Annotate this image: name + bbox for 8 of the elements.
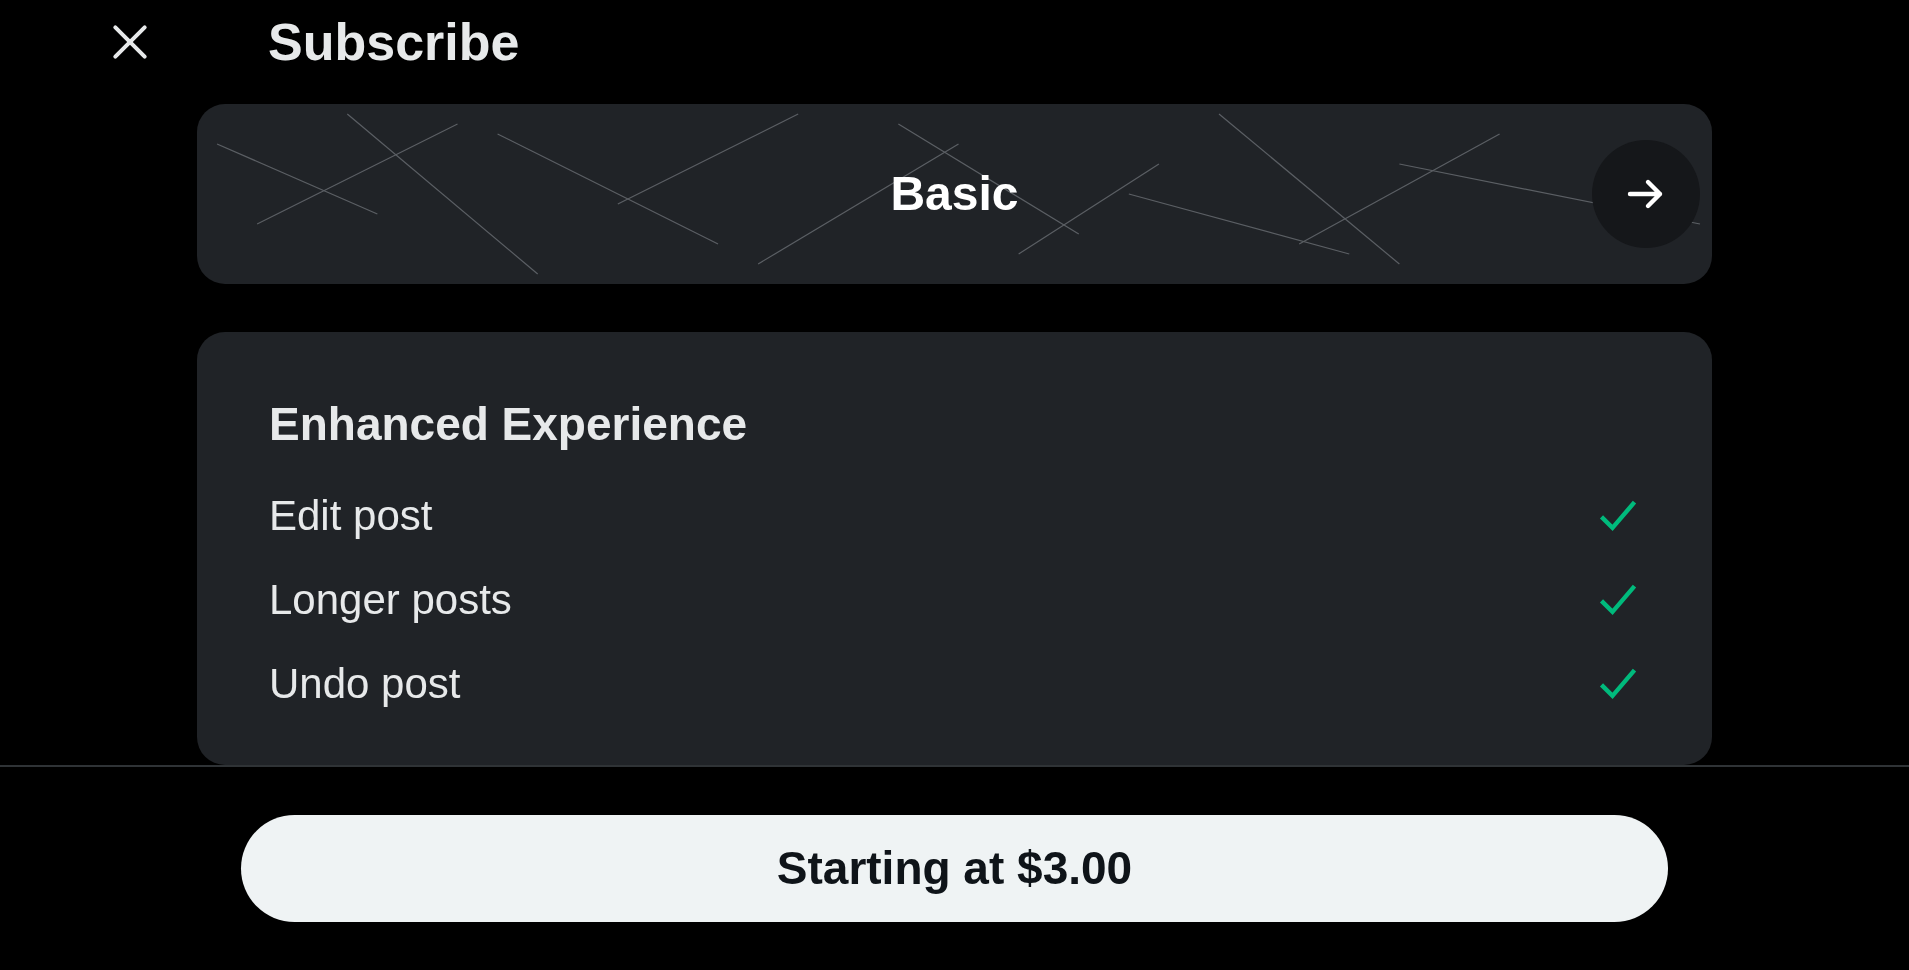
- feature-label: Undo post: [269, 658, 461, 709]
- features-heading: Enhanced Experience: [269, 397, 749, 452]
- feature-label: Longer posts: [269, 574, 512, 625]
- subscribe-button[interactable]: Starting at $3.00: [241, 815, 1668, 922]
- plan-name: Basic: [890, 166, 1019, 222]
- feature-label: Edit post: [269, 490, 433, 541]
- page-title: Subscribe: [268, 11, 520, 73]
- plan-card[interactable]: Basic: [197, 104, 1712, 284]
